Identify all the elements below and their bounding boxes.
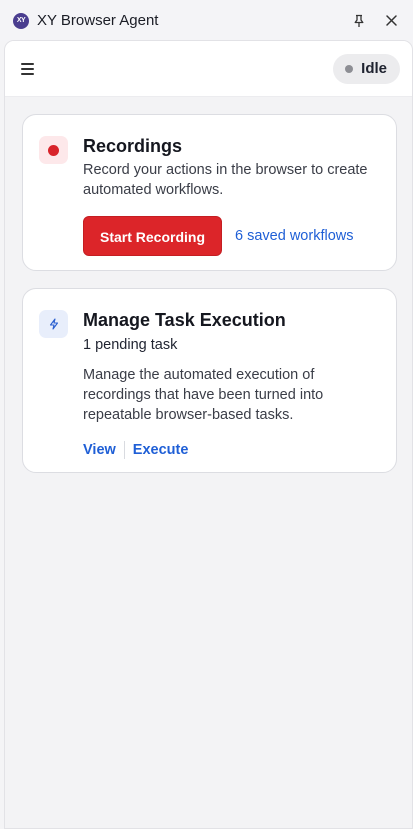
side-panel: Idle Recordings Record your actions in t… [4, 40, 413, 829]
pin-icon[interactable] [349, 11, 369, 31]
app-logo: XY [13, 12, 29, 29]
lightning-icon [39, 310, 68, 338]
status-dot [345, 64, 354, 73]
menu-icon[interactable] [21, 60, 39, 78]
status-badge: Idle [333, 53, 400, 84]
saved-workflows-link[interactable]: 6 saved workflows [235, 228, 353, 244]
logo-text: XY [16, 17, 26, 24]
window-title: XY Browser Agent [37, 12, 159, 29]
pending-task-count: 1 pending task [83, 337, 178, 353]
recordings-description: Record your actions in the browser to cr… [83, 162, 368, 198]
recordings-title: Recordings [83, 136, 183, 156]
view-link[interactable]: View [83, 442, 116, 458]
record-icon [39, 136, 68, 164]
task-execution-title: Manage Task Execution [83, 310, 286, 330]
recordings-card: Recordings Record your actions in the br… [22, 114, 397, 271]
link-divider [123, 441, 125, 459]
task-execution-card: Manage Task Execution 1 pending task Man… [22, 288, 397, 473]
status-text: Idle [361, 60, 387, 77]
close-icon[interactable] [381, 11, 401, 31]
start-recording-button[interactable]: Start Recording [83, 216, 223, 256]
task-execution-description: Manage the automated execution of record… [83, 367, 324, 423]
execute-link[interactable]: Execute [133, 442, 189, 458]
panel-header: Idle [5, 41, 412, 97]
window-titlebar: XY XY Browser Agent [0, 0, 413, 41]
